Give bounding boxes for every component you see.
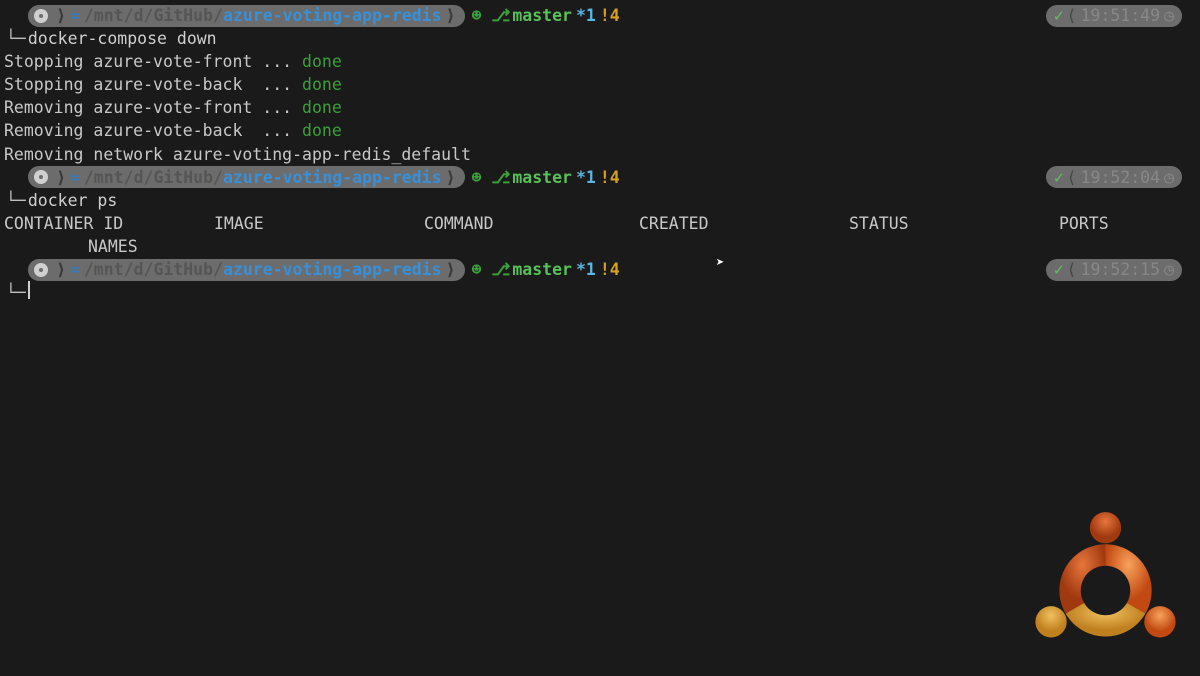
branch-staged: *1 (576, 4, 596, 27)
output-line: Removing azure-vote-back ... done (0, 119, 1200, 142)
path-seg: GitHub (153, 4, 213, 27)
ubuntu-icon (34, 263, 48, 277)
path-seg: d (134, 166, 144, 189)
chevron-right-icon: ⟩ (446, 166, 456, 189)
path-seg: d (134, 258, 144, 281)
command-text: docker ps (28, 189, 117, 212)
prompt-path-pill: ⟩ ≈ /mnt / d / GitHub / azure-voting-app… (28, 5, 465, 27)
ubuntu-icon (34, 9, 48, 23)
output-line: Removing network azure-voting-app-redis_… (0, 143, 1200, 166)
docker-ps-header: CONTAINER ID IMAGE COMMAND CREATED STATU… (0, 212, 1200, 235)
path-sep: / (213, 4, 223, 27)
branch-name: master (512, 258, 572, 281)
path-seg: d (134, 4, 144, 27)
git-branch-segment: ☻ ⎇ master *1 !4 (471, 4, 619, 27)
timestamp: 19:52:04 (1081, 166, 1160, 189)
path-sep: / (124, 166, 134, 189)
col-created: CREATED (639, 212, 849, 235)
command-text: docker-compose down (28, 27, 217, 50)
output-line: Stopping azure-vote-front ... done (0, 50, 1200, 73)
branch-name: master (512, 166, 572, 189)
col-names: NAMES (0, 235, 1200, 258)
prompt-line-3: ⟩ ≈ /mnt / d / GitHub / azure-voting-app… (0, 258, 1200, 281)
path-sep: / (124, 258, 134, 281)
branch-modified: !4 (600, 258, 620, 281)
check-icon: ✓ (1054, 4, 1064, 27)
path-sep: / (144, 166, 154, 189)
path-sep: / (144, 258, 154, 281)
path-seg: GitHub (153, 166, 213, 189)
ubuntu-icon (34, 170, 48, 184)
col-ports: PORTS (1059, 212, 1200, 235)
path-repo: azure-voting-app-redis (223, 166, 442, 189)
chevron-left-icon: ⟨ (1067, 258, 1077, 281)
branch-modified: !4 (600, 166, 620, 189)
check-icon: ✓ (1054, 258, 1064, 281)
tilde-icon: ≈ (70, 166, 80, 189)
path-sep: / (213, 258, 223, 281)
cursor (28, 281, 30, 299)
prompt-line-1: ⟩ ≈ /mnt / d / GitHub / azure-voting-app… (0, 4, 1200, 27)
chevron-right-icon: ⟩ (56, 258, 66, 281)
prompt-connector-icon: └─ (6, 189, 26, 212)
time-pill: ✓ ⟨ 19:51:49 ◷ (1046, 5, 1182, 27)
tilde-icon: ≈ (70, 4, 80, 27)
prompt-connector-icon: └─ (6, 27, 26, 50)
clock-icon: ◷ (1164, 4, 1174, 27)
timestamp: 19:51:49 (1081, 4, 1160, 27)
git-branch-icon: ☻ ⎇ (471, 258, 510, 281)
command-line: └─ docker ps (0, 189, 1200, 212)
branch-name: master (512, 4, 572, 27)
path-seg: GitHub (153, 258, 213, 281)
col-status: STATUS (849, 212, 1059, 235)
git-branch-segment: ☻ ⎇ master *1 !4 (471, 258, 619, 281)
path-seg: /mnt (84, 166, 124, 189)
branch-staged: *1 (576, 166, 596, 189)
time-pill: ✓ ⟨ 19:52:04 ◷ (1046, 166, 1182, 188)
command-line: └─ docker-compose down (0, 27, 1200, 50)
tilde-icon: ≈ (70, 258, 80, 281)
path-sep: / (144, 4, 154, 27)
branch-modified: !4 (600, 4, 620, 27)
col-container-id: CONTAINER ID (4, 212, 214, 235)
chevron-left-icon: ⟨ (1067, 4, 1077, 27)
chevron-left-icon: ⟨ (1067, 166, 1077, 189)
command-line-active[interactable]: └─ (0, 281, 1200, 304)
prompt-connector-icon: └─ (6, 281, 26, 304)
check-icon: ✓ (1054, 166, 1064, 189)
time-pill: ✓ ⟨ 19:52:15 ◷ (1046, 259, 1182, 281)
git-branch-icon: ☻ ⎇ (471, 166, 510, 189)
chevron-right-icon: ⟩ (446, 4, 456, 27)
path-sep: / (213, 166, 223, 189)
prompt-path-pill: ⟩ ≈ /mnt / d / GitHub / azure-voting-app… (28, 259, 465, 281)
clock-icon: ◷ (1164, 166, 1174, 189)
git-branch-segment: ☻ ⎇ master *1 !4 (471, 166, 619, 189)
path-seg: /mnt (84, 4, 124, 27)
path-repo: azure-voting-app-redis (223, 258, 442, 281)
output-line: Removing azure-vote-front ... done (0, 96, 1200, 119)
terminal[interactable]: ⟩ ≈ /mnt / d / GitHub / azure-voting-app… (0, 0, 1200, 304)
timestamp: 19:52:15 (1081, 258, 1160, 281)
col-image: IMAGE (214, 212, 424, 235)
git-branch-icon: ☻ ⎇ (471, 4, 510, 27)
path-sep: / (124, 4, 134, 27)
chevron-right-icon: ⟩ (56, 4, 66, 27)
path-seg: /mnt (84, 258, 124, 281)
path-repo: azure-voting-app-redis (223, 4, 442, 27)
branch-staged: *1 (576, 258, 596, 281)
prompt-line-2: ⟩ ≈ /mnt / d / GitHub / azure-voting-app… (0, 166, 1200, 189)
output-line: Stopping azure-vote-back ... done (0, 73, 1200, 96)
clock-icon: ◷ (1164, 258, 1174, 281)
chevron-right-icon: ⟩ (446, 258, 456, 281)
chevron-right-icon: ⟩ (56, 166, 66, 189)
ubuntu-logo-icon (1023, 503, 1188, 668)
prompt-path-pill: ⟩ ≈ /mnt / d / GitHub / azure-voting-app… (28, 166, 465, 188)
col-command: COMMAND (424, 212, 639, 235)
